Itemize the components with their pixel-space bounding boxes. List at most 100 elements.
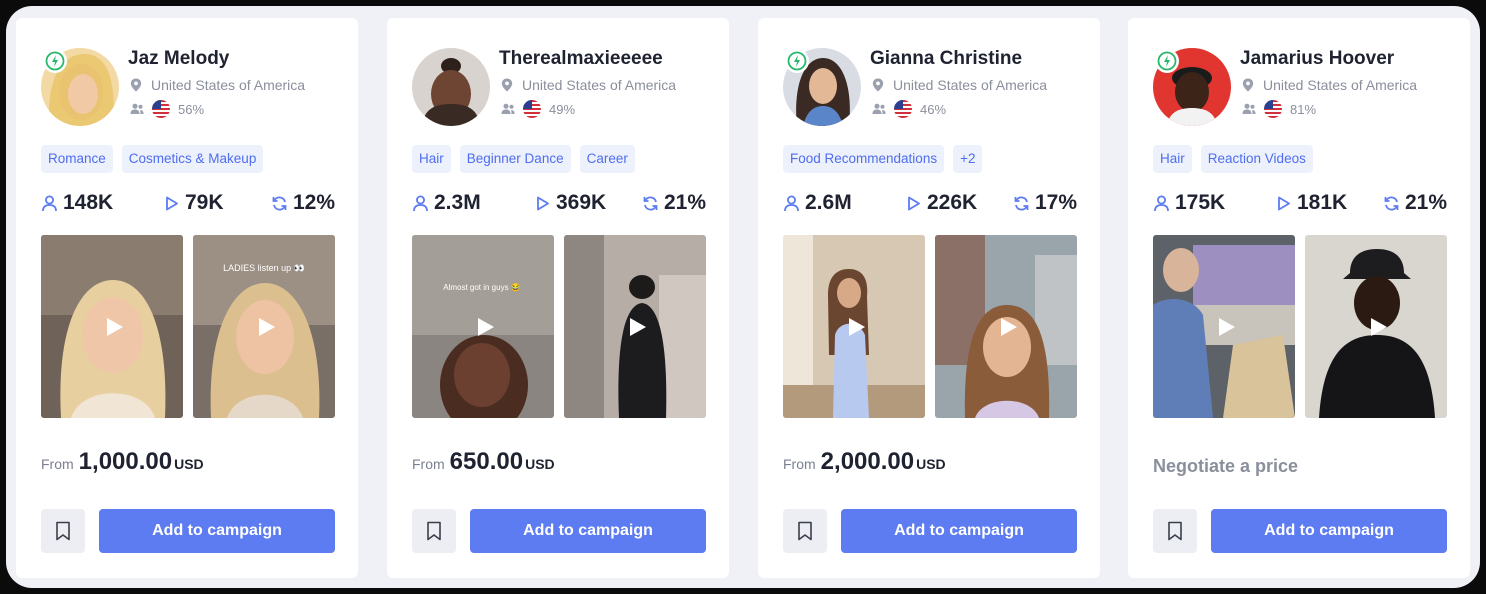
negotiate-price-label: Negotiate a price — [1153, 456, 1299, 476]
creator-grid: Jaz Melody United States of America 56% … — [6, 6, 1480, 588]
price: From 1,000.00 USD — [41, 448, 204, 476]
video-thumbnail[interactable]: LADIES listen up 👀 — [193, 235, 335, 418]
video-thumbnail[interactable] — [783, 235, 925, 418]
bookmark-button[interactable] — [412, 509, 456, 553]
play-icon[interactable] — [475, 316, 497, 338]
refresh-icon — [272, 196, 287, 210]
stats-row: 175K 181K 21% — [1153, 191, 1447, 221]
user-icon — [42, 195, 57, 211]
location: United States of America — [872, 77, 1047, 93]
engagement-value: 12% — [292, 191, 335, 214]
tag[interactable]: Romance — [41, 145, 113, 173]
audience-icon — [1242, 103, 1256, 115]
category-tags: Hair Reaction Videos — [1153, 145, 1313, 173]
followers-stat: 2.3M — [412, 191, 481, 215]
play-icon[interactable] — [998, 316, 1020, 338]
price-amount: 650.00 — [449, 448, 524, 475]
bookmark-icon — [798, 521, 812, 541]
price: From 2,000.00 USD — [783, 448, 946, 476]
followers-value: 2.3M — [434, 191, 481, 214]
audience-percent: 56% — [178, 101, 205, 117]
tag[interactable]: Cosmetics & Makeup — [121, 145, 264, 173]
location-label: United States of America — [893, 77, 1048, 93]
location-pin-icon — [130, 78, 142, 92]
engagement-stat: 21% — [642, 191, 706, 215]
audience-info: 81% — [1242, 100, 1316, 118]
stats-row: 2.3M 369K 21% — [412, 191, 706, 221]
avatar[interactable] — [412, 48, 490, 126]
price: From 650.00 USD — [412, 448, 555, 476]
creator-card[interactable]: Gianna Christine United States of Americ… — [758, 18, 1100, 578]
play-icon[interactable] — [846, 316, 868, 338]
price-amount: 2,000.00 — [820, 448, 915, 475]
location: United States of America — [501, 77, 676, 93]
bookmark-icon — [56, 521, 70, 541]
tag[interactable]: Hair — [1153, 145, 1192, 173]
creator-name[interactable]: Gianna Christine — [870, 48, 1022, 70]
audience-icon — [130, 103, 144, 115]
location-pin-icon — [872, 78, 884, 92]
audience-icon — [872, 103, 886, 115]
tag[interactable]: Reaction Videos — [1200, 145, 1313, 173]
video-thumbnail[interactable]: Almost got in guys 😂 — [412, 235, 554, 418]
more-tags-badge[interactable]: +2 — [953, 145, 983, 173]
creator-card[interactable]: Jaz Melody United States of America 56% … — [16, 18, 358, 578]
video-thumbnail[interactable] — [1305, 235, 1447, 418]
svg-text:LADIES listen up 👀: LADIES listen up 👀 — [223, 263, 305, 273]
verified-badge-icon — [785, 49, 809, 73]
engagement-value: 21% — [663, 191, 706, 214]
tag[interactable]: Beginner Dance — [459, 145, 571, 173]
price-currency: USD — [525, 456, 555, 472]
creator-card[interactable]: Therealmaxieeeee United States of Americ… — [387, 18, 729, 578]
play-icon[interactable] — [627, 316, 649, 338]
tag[interactable]: Hair — [412, 145, 451, 173]
us-flag-icon — [894, 100, 912, 118]
creator-card[interactable]: Jamarius Hoover United States of America… — [1128, 18, 1470, 578]
bookmark-icon — [427, 521, 441, 541]
stats-row: 2.6M 226K 17% — [783, 191, 1077, 221]
views-value: 226K — [927, 191, 978, 214]
bookmark-button[interactable] — [41, 509, 85, 553]
us-flag-icon — [152, 100, 170, 118]
engagement-stat: 17% — [1013, 191, 1077, 215]
play-outline-icon — [1278, 196, 1290, 210]
play-icon[interactable] — [1368, 316, 1390, 338]
price-currency: USD — [174, 456, 204, 472]
audience-info: 49% — [501, 100, 575, 118]
audience-info: 46% — [872, 100, 946, 118]
category-tags: Hair Beginner Dance Career — [412, 145, 635, 173]
add-to-campaign-button[interactable]: Add to campaign — [99, 509, 335, 553]
price-from-label: From — [41, 456, 74, 472]
price-from-label: From — [412, 456, 445, 472]
play-icon[interactable] — [104, 316, 126, 338]
add-to-campaign-button[interactable]: Add to campaign — [470, 509, 706, 553]
add-to-campaign-button[interactable]: Add to campaign — [841, 509, 1077, 553]
creator-name[interactable]: Jamarius Hoover — [1240, 48, 1394, 70]
play-icon[interactable] — [256, 316, 278, 338]
location: United States of America — [1242, 77, 1417, 93]
audience-percent: 49% — [549, 101, 576, 117]
user-icon — [784, 195, 799, 211]
audience-icon — [501, 103, 515, 115]
add-to-campaign-button[interactable]: Add to campaign — [1211, 509, 1447, 553]
tag[interactable]: Career — [579, 145, 635, 173]
price-currency: USD — [916, 456, 946, 472]
video-thumbnail[interactable] — [41, 235, 183, 418]
video-thumbnail[interactable] — [564, 235, 706, 418]
creator-name[interactable]: Jaz Melody — [128, 48, 229, 70]
bookmark-icon — [1168, 521, 1182, 541]
tag[interactable]: Food Recommendations — [783, 145, 945, 173]
followers-value: 175K — [1175, 191, 1226, 214]
verified-badge-icon — [43, 49, 67, 73]
location-pin-icon — [1242, 78, 1254, 92]
creator-name[interactable]: Therealmaxieeeee — [499, 48, 663, 70]
video-thumbnail[interactable] — [1153, 235, 1295, 418]
bookmark-button[interactable] — [1153, 509, 1197, 553]
bookmark-button[interactable] — [783, 509, 827, 553]
play-outline-icon — [537, 196, 549, 210]
verified-badge-icon — [1155, 49, 1179, 73]
location-label: United States of America — [1263, 77, 1418, 93]
location: United States of America — [130, 77, 305, 93]
play-icon[interactable] — [1216, 316, 1238, 338]
video-thumbnail[interactable] — [935, 235, 1077, 418]
